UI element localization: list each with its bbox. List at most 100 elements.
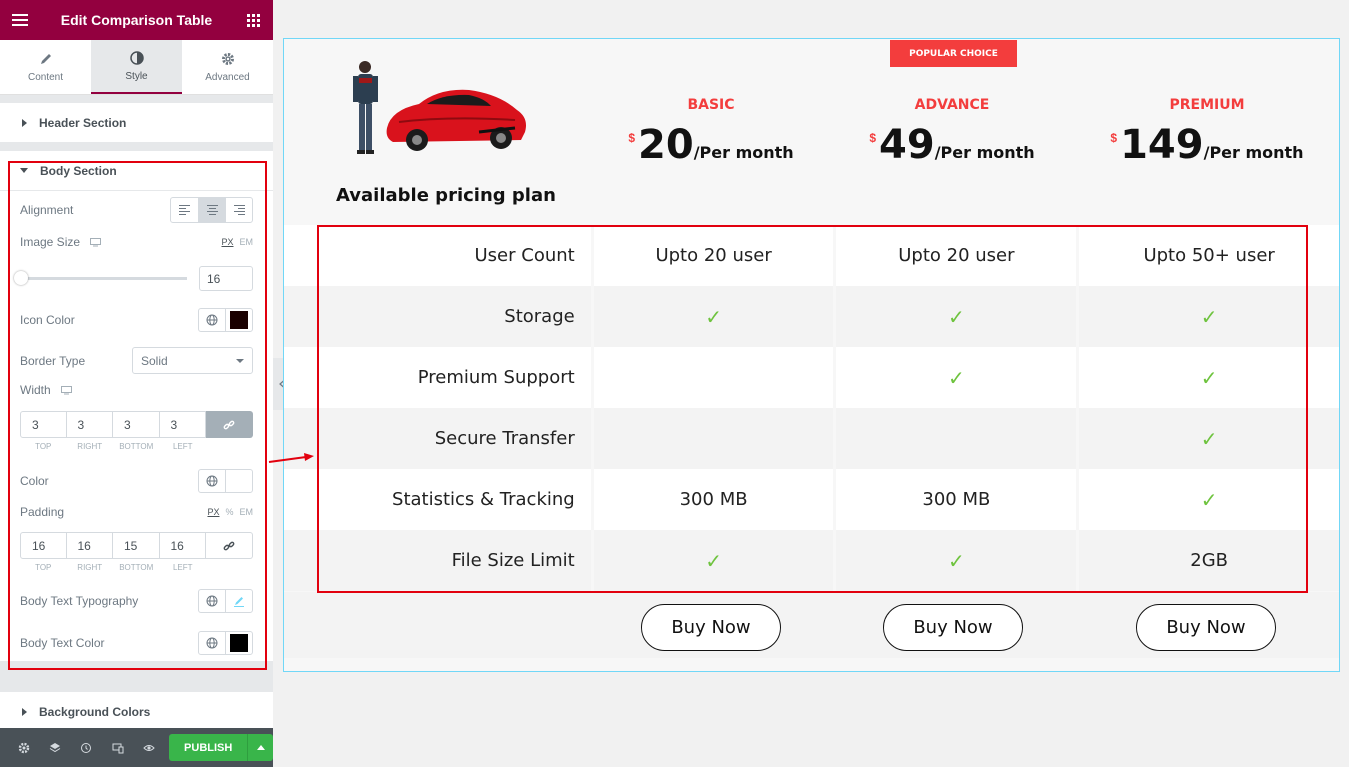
table-cell <box>836 408 1077 469</box>
width-control: Width <box>20 383 253 397</box>
plan-name: BASIC <box>687 97 735 113</box>
padding-dimensions: 16 TOP 16 RIGHT 15 BOTTOM 16 LEFT <box>20 532 253 572</box>
sidebar-header: Edit Comparison Table <box>0 0 273 40</box>
image-size-slider[interactable] <box>20 277 187 280</box>
table-cell <box>593 408 834 469</box>
body-typography-control: Body Text Typography <box>20 589 253 613</box>
table-cell <box>593 347 834 408</box>
padding-right-input[interactable]: 16 <box>66 532 113 559</box>
history-icon[interactable] <box>71 728 102 767</box>
body-typography-label: Body Text Typography <box>20 594 139 608</box>
padding-top-input[interactable]: 16 <box>20 532 67 559</box>
price-period: /Per month <box>693 143 794 162</box>
edit-pencil-icon[interactable] <box>226 590 252 612</box>
comparison-table-body: User Count Upto 20 user Upto 20 user Upto 5… <box>284 225 1339 591</box>
car-product-image <box>353 61 526 154</box>
unit-px[interactable]: PX <box>207 507 219 517</box>
check-icon: ✓ <box>1200 487 1218 512</box>
chevron-down-icon <box>236 358 244 363</box>
align-center-icon[interactable] <box>198 198 225 222</box>
plan-name: ADVANCE <box>914 97 990 113</box>
check-icon: ✓ <box>1200 304 1218 329</box>
unit-em[interactable]: EM <box>240 507 254 517</box>
tab-content[interactable]: Content <box>0 40 91 94</box>
padding-control: Padding PX % EM <box>20 505 253 519</box>
unit-em[interactable]: EM <box>240 237 254 247</box>
body-section-label: Body Section <box>40 163 117 178</box>
tab-style[interactable]: Style <box>91 40 182 94</box>
body-section-panel: Body Section Alignment Image Size PX EM … <box>0 151 273 661</box>
widgets-grid-icon[interactable] <box>233 0 273 40</box>
width-top-input[interactable]: 3 <box>20 411 67 438</box>
eye-icon[interactable] <box>134 728 165 767</box>
dim-label-right: RIGHT <box>77 563 103 572</box>
padding-label: Padding <box>20 505 65 519</box>
unit-px[interactable]: PX <box>221 237 233 247</box>
icon-color-swatch[interactable] <box>226 309 252 331</box>
publish-button[interactable]: PUBLISH <box>168 734 248 761</box>
body-text-color-swatch[interactable] <box>226 632 252 654</box>
feature-label: User Count <box>284 225 591 286</box>
width-right-input[interactable]: 3 <box>66 411 113 438</box>
header-section-label: Header Section <box>39 115 127 130</box>
currency-symbol: $ <box>1110 131 1118 145</box>
dim-label-top: TOP <box>35 563 52 572</box>
arrow-icon <box>268 453 314 463</box>
globe-icon[interactable] <box>199 590 226 612</box>
icon-color-control: Icon Color <box>20 308 253 332</box>
padding-left-input[interactable]: 16 <box>159 532 206 559</box>
buy-now-basic-button[interactable]: Buy Now <box>641 604 781 651</box>
border-type-select[interactable]: Solid <box>132 347 253 374</box>
alignment-buttons <box>170 197 253 223</box>
align-right-icon[interactable] <box>225 198 252 222</box>
check-icon: ✓ <box>836 530 1077 591</box>
desktop-icon[interactable] <box>60 385 72 395</box>
image-size-input[interactable]: 16 <box>199 266 253 291</box>
link-icon[interactable] <box>206 411 253 438</box>
tab-advanced[interactable]: Advanced <box>182 40 273 94</box>
responsive-icon[interactable] <box>102 728 133 767</box>
tab-advanced-label: Advanced <box>205 71 250 83</box>
table-row: Secure Transfer ✓ <box>284 408 1339 469</box>
border-color-swatch[interactable] <box>226 470 252 492</box>
border-color-picker <box>198 469 253 493</box>
dim-label-left: LEFT <box>172 563 193 572</box>
comparison-table-widget[interactable]: POPULAR CHOICE Available pricing plan BA… <box>283 38 1340 672</box>
desktop-icon[interactable] <box>90 237 102 247</box>
width-bottom-input[interactable]: 3 <box>113 411 160 438</box>
image-size-slider-handle[interactable] <box>14 271 28 285</box>
check-icon: ✓ <box>1079 408 1339 469</box>
globe-icon[interactable] <box>199 309 226 331</box>
plan-price: $ 149 /Per month <box>1096 125 1318 165</box>
publish-options-button[interactable] <box>247 734 273 761</box>
check-icon: ✓ <box>705 548 722 573</box>
background-colors-toggle[interactable]: Background Colors <box>0 692 273 732</box>
body-text-color-control: Body Text Color <box>20 631 253 655</box>
body-section-toggle[interactable]: Body Section <box>0 151 273 191</box>
dim-label-right: RIGHT <box>77 442 103 451</box>
image-size-control: Image Size PX EM <box>20 235 253 249</box>
buy-now-advance-button[interactable]: Buy Now <box>883 604 1023 651</box>
check-icon: ✓ <box>1079 469 1339 530</box>
unit-percent[interactable]: % <box>225 507 233 517</box>
icon-color-picker <box>198 308 253 332</box>
width-left-input[interactable]: 3 <box>159 411 206 438</box>
settings-icon[interactable] <box>8 728 39 767</box>
menu-icon[interactable] <box>0 0 40 40</box>
pencil-icon <box>40 53 51 64</box>
globe-icon[interactable] <box>199 470 226 492</box>
table-row: Storage ✓ ✓ ✓ <box>284 286 1339 347</box>
align-left-icon[interactable] <box>171 198 198 222</box>
globe-icon[interactable] <box>199 632 226 654</box>
padding-bottom-input[interactable]: 15 <box>113 532 160 559</box>
header-section-toggle[interactable]: Header Section <box>0 103 273 143</box>
layers-icon[interactable] <box>39 728 70 767</box>
plan-premium: PREMIUM $ 149 /Per month <box>1096 97 1318 165</box>
table-row: User Count Upto 20 user Upto 20 user Upto 5… <box>284 225 1339 286</box>
buy-now-premium-button[interactable]: Buy Now <box>1136 604 1276 651</box>
caret-right-icon <box>22 707 27 716</box>
link-icon[interactable] <box>206 532 253 559</box>
check-icon: ✓ <box>947 548 965 573</box>
check-icon: ✓ <box>1200 426 1218 451</box>
table-cell: Upto 20 user <box>593 225 834 286</box>
